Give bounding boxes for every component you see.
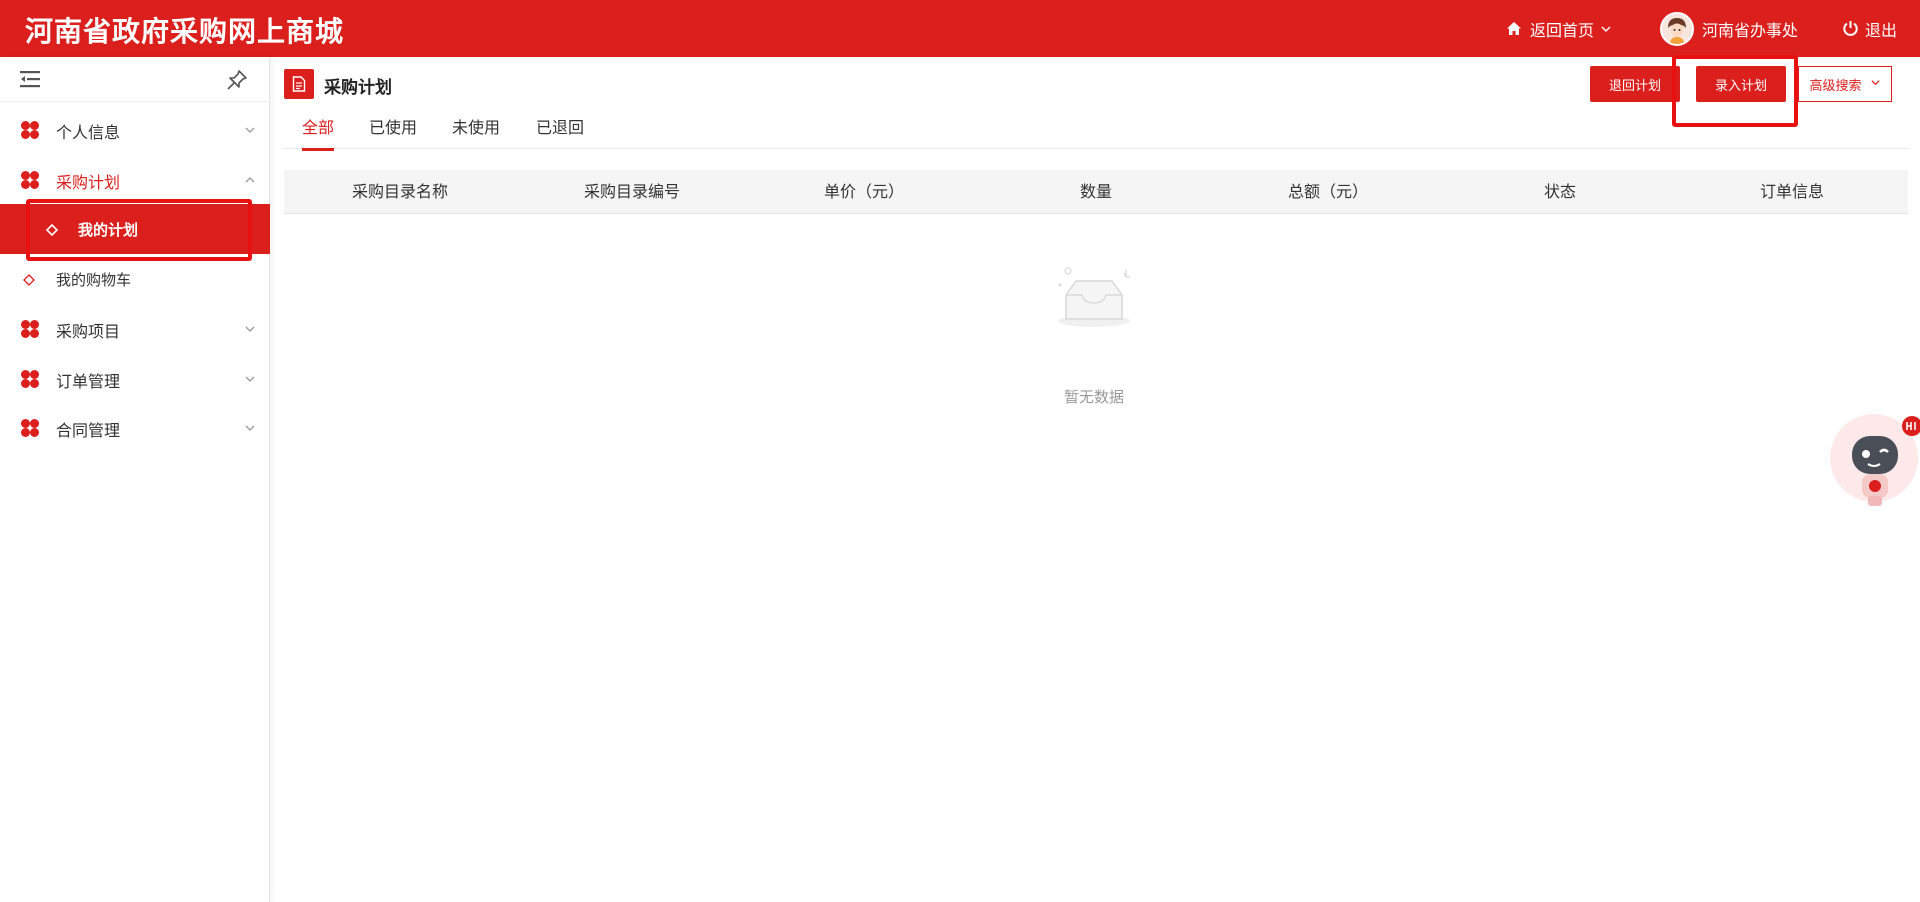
sidebar-item-label: 个人信息 — [56, 123, 121, 142]
menu-collapse-icon[interactable] — [20, 69, 42, 93]
assistant-robot-icon[interactable] — [1826, 408, 1920, 518]
home-icon — [1506, 21, 1522, 37]
highlight-box-my-plan — [26, 199, 252, 261]
home-label: 返回首页 — [1530, 20, 1595, 40]
sidebar-subitem-label: 我的购物车 — [56, 271, 132, 289]
sidebar-item-procurement-plan[interactable]: 采购计划 — [0, 155, 270, 203]
column-header: 数量 — [1079, 182, 1112, 201]
flower-icon — [20, 369, 40, 393]
return-plan-button[interactable]: 退回计划 — [1590, 66, 1680, 102]
sidebar-item-order-management[interactable]: 订单管理 — [0, 354, 270, 402]
advanced-search-label: 高级搜索 — [1809, 78, 1862, 94]
tab-all[interactable]: 全部 — [302, 114, 335, 151]
column-header: 采购目录编号 — [583, 182, 680, 201]
flower-icon — [20, 120, 40, 144]
empty-state-text: 暂无数据 — [1063, 388, 1124, 406]
pin-icon[interactable] — [226, 69, 248, 95]
logout-button[interactable]: 退出 — [1842, 0, 1897, 57]
site-brand[interactable]: 河南省政府采购网上商城 — [25, 10, 344, 50]
table-header: 采购目录名称 采购目录编号 单价（元） 数量 总额（元） 状态 订单信息 — [284, 170, 1908, 214]
column-header: 采购目录名称 — [351, 182, 448, 201]
chevron-up-icon — [244, 171, 256, 190]
chevron-down-icon — [244, 419, 256, 438]
home-link[interactable]: 返回首页 — [1506, 0, 1612, 57]
avatar — [1660, 11, 1694, 46]
tab-used[interactable]: 已使用 — [369, 114, 417, 148]
user-name: 河南省办事处 — [1702, 20, 1799, 40]
chevron-down-icon — [1600, 23, 1612, 35]
chevron-down-icon — [244, 370, 256, 389]
chevron-down-icon — [244, 121, 256, 140]
chevron-down-icon — [244, 320, 256, 339]
flower-icon — [20, 170, 40, 194]
sidebar-toolbar — [0, 57, 270, 102]
column-header: 总额（元） — [1287, 182, 1368, 201]
sidebar-item-label: 采购计划 — [56, 173, 121, 192]
logout-label: 退出 — [1865, 20, 1898, 40]
flower-icon — [20, 418, 40, 442]
sidebar-item-label: 订单管理 — [56, 372, 121, 391]
advanced-search-button[interactable]: 高级搜索 — [1798, 66, 1892, 102]
tab-unused[interactable]: 未使用 — [452, 114, 500, 148]
sidebar-item-label: 采购项目 — [56, 322, 121, 341]
sidebar-item-procurement-project[interactable]: 采购项目 — [0, 304, 270, 352]
column-header: 订单信息 — [1759, 182, 1824, 201]
column-header: 单价（元） — [823, 182, 904, 201]
flower-icon — [20, 319, 40, 343]
empty-box-icon — [1056, 265, 1132, 333]
main-content: 采购计划 退回计划 录入计划 高级搜索 全部 已使用 未使用 已退回 采购目录名… — [284, 55, 1908, 902]
user-menu[interactable]: 河南省办事处 — [1660, 0, 1798, 57]
sidebar-item-contract-management[interactable]: 合同管理 — [0, 403, 270, 451]
diamond-icon — [23, 272, 35, 290]
tab-returned[interactable]: 已退回 — [536, 114, 584, 148]
page-title: 采购计划 — [324, 78, 392, 98]
sidebar: 个人信息 采购计划 我的计划 我的购物车 采购项目 订单管理 合同管理 — [0, 57, 270, 902]
status-tabs: 全部 已使用 未使用 已退回 — [284, 109, 1908, 151]
sidebar-subitem-my-cart[interactable]: 我的购物车 — [0, 254, 270, 304]
chevron-down-icon — [1870, 77, 1881, 92]
power-icon — [1842, 20, 1859, 37]
column-header: 状态 — [1543, 182, 1576, 201]
sidebar-item-personal-info[interactable]: 个人信息 — [0, 105, 270, 153]
document-icon — [284, 69, 314, 99]
sidebar-item-label: 合同管理 — [56, 421, 121, 440]
top-header: 河南省政府采购网上商城 返回首页 河南省办事处 退出 — [0, 0, 1920, 57]
